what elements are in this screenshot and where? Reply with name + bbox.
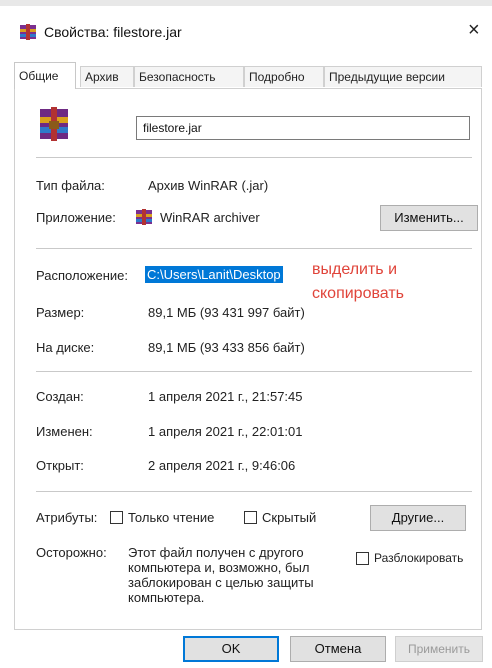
attributes-label: Атрибуты: xyxy=(36,510,98,525)
readonly-checkbox[interactable] xyxy=(110,511,123,524)
tab-strip: Общие Архив Безопасность Подробно Предыд… xyxy=(14,62,482,89)
winrar-icon xyxy=(20,24,36,40)
tab-details[interactable]: Подробно xyxy=(244,66,324,87)
created-value: 1 апреля 2021 г., 21:57:45 xyxy=(148,389,303,404)
separator xyxy=(36,371,472,372)
separator xyxy=(36,491,472,492)
cancel-button[interactable]: Отмена xyxy=(290,636,386,662)
annotation-select: выделить и xyxy=(312,261,398,278)
filename-field[interactable]: filestore.jar xyxy=(136,116,470,140)
location-path-selection[interactable]: C:\Users\Lanit\Desktop xyxy=(145,266,283,283)
file-type-label: Тип файла: xyxy=(36,178,105,193)
opened-value: 2 апреля 2021 г., 9:46:06 xyxy=(148,458,296,473)
separator xyxy=(36,157,472,158)
app-label: Приложение: xyxy=(36,210,116,225)
tab-security[interactable]: Безопасность xyxy=(134,66,244,87)
disk-size-label: На диске: xyxy=(36,340,95,355)
unblock-checkbox[interactable] xyxy=(356,552,369,565)
readonly-label[interactable]: Только чтение xyxy=(128,510,214,525)
location-value[interactable]: C:\Users\Lanit\Desktop xyxy=(145,266,283,283)
change-button[interactable]: Изменить... xyxy=(380,205,478,231)
separator xyxy=(36,248,472,249)
hidden-label[interactable]: Скрытый xyxy=(262,510,316,525)
app-value: WinRAR archiver xyxy=(160,210,260,225)
caution-label: Осторожно: xyxy=(36,545,107,560)
tab-archive[interactable]: Архив xyxy=(80,66,134,87)
caution-text: Этот файл получен с другого компьютера и… xyxy=(128,545,314,605)
modified-value: 1 апреля 2021 г., 22:01:01 xyxy=(148,424,303,439)
window-title: Свойства: filestore.jar xyxy=(44,24,182,40)
tab-previous-versions[interactable]: Предыдущие версии xyxy=(324,66,482,87)
disk-size-value: 89,1 МБ (93 433 856 байт) xyxy=(148,340,305,355)
archive-file-icon xyxy=(40,107,68,141)
size-value: 89,1 МБ (93 431 997 байт) xyxy=(148,305,305,320)
unblock-label[interactable]: Разблокировать xyxy=(374,551,463,565)
hidden-checkbox[interactable] xyxy=(244,511,257,524)
file-type-value: Архив WinRAR (.jar) xyxy=(148,178,269,193)
created-label: Создан: xyxy=(36,389,84,404)
tab-general[interactable]: Общие xyxy=(14,62,76,89)
other-attributes-button[interactable]: Другие... xyxy=(370,505,466,531)
modified-label: Изменен: xyxy=(36,424,93,439)
ok-button[interactable]: OK xyxy=(183,636,279,662)
close-icon[interactable]: × xyxy=(468,20,480,40)
annotation-copy: скопировать xyxy=(312,285,405,302)
title-bar: Свойства: filestore.jar × xyxy=(0,6,492,58)
size-label: Размер: xyxy=(36,305,85,320)
apply-button[interactable]: Применить xyxy=(395,636,483,662)
location-label: Расположение: xyxy=(36,268,128,283)
opened-label: Открыт: xyxy=(36,458,84,473)
winrar-app-icon xyxy=(136,209,152,225)
